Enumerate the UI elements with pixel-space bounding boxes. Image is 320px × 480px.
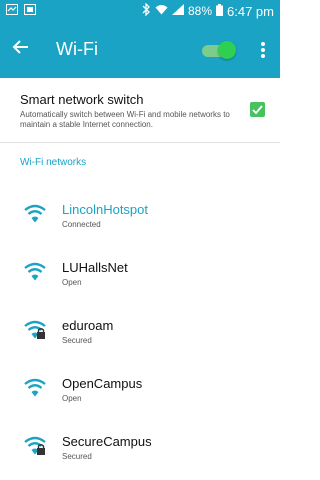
network-name: LincolnHotspot	[62, 202, 148, 217]
page-title: Wi-Fi	[56, 39, 98, 59]
smart-switch-checkbox[interactable]	[250, 102, 265, 117]
status-time: 6:47 pm	[227, 3, 274, 19]
network-status: Secured	[62, 452, 92, 461]
battery-icon	[216, 3, 224, 19]
network-item[interactable]: SecureCampus Secured	[0, 422, 280, 480]
network-status: Open	[62, 278, 82, 287]
battery-percent: 88%	[187, 4, 213, 18]
notification-icons	[6, 4, 36, 18]
network-item[interactable]: LUHallsNet Open	[0, 248, 280, 306]
status-bar: 88% 6:47 pm	[0, 0, 280, 22]
network-name: OpenCampus	[62, 376, 143, 391]
wifi-status-icon	[155, 4, 168, 18]
network-status: Connected	[62, 220, 101, 229]
app-bar: Wi-Fi	[0, 22, 280, 78]
wifi-toggle[interactable]	[198, 41, 238, 59]
smart-network-switch-row[interactable]: Smart network switch Automatically switc…	[0, 78, 280, 143]
section-header: Wi-Fi networks	[20, 157, 87, 168]
gallery-icon	[24, 4, 36, 18]
network-name: SecureCampus	[62, 434, 152, 449]
more-options-icon	[261, 42, 265, 46]
bluetooth-icon	[142, 2, 151, 19]
network-status: Secured	[62, 336, 92, 345]
network-item[interactable]: eduroam Secured	[0, 306, 280, 364]
wifi-secured-icon	[24, 436, 46, 455]
wifi-signal-icon	[24, 204, 46, 223]
wifi-secured-icon	[24, 320, 46, 339]
toggle-thumb	[218, 41, 236, 59]
wifi-signal-icon	[24, 378, 46, 397]
signal-icon	[171, 4, 184, 18]
status-icons: 88% 6:47 pm	[142, 2, 274, 19]
more-options-button[interactable]	[258, 40, 268, 62]
smart-switch-description: Automatically switch between Wi-Fi and m…	[20, 110, 230, 129]
network-name: LUHallsNet	[62, 260, 128, 275]
network-item[interactable]: OpenCampus Open	[0, 364, 280, 422]
smart-switch-title: Smart network switch	[20, 92, 144, 107]
wifi-signal-icon	[24, 262, 46, 281]
network-status: Open	[62, 394, 82, 403]
checkmark-icon	[252, 105, 263, 115]
network-item[interactable]: LincolnHotspot Connected	[0, 190, 280, 248]
notification-icon	[6, 4, 18, 18]
back-button[interactable]	[12, 38, 34, 60]
back-arrow-icon	[12, 40, 28, 54]
network-name: eduroam	[62, 318, 114, 333]
